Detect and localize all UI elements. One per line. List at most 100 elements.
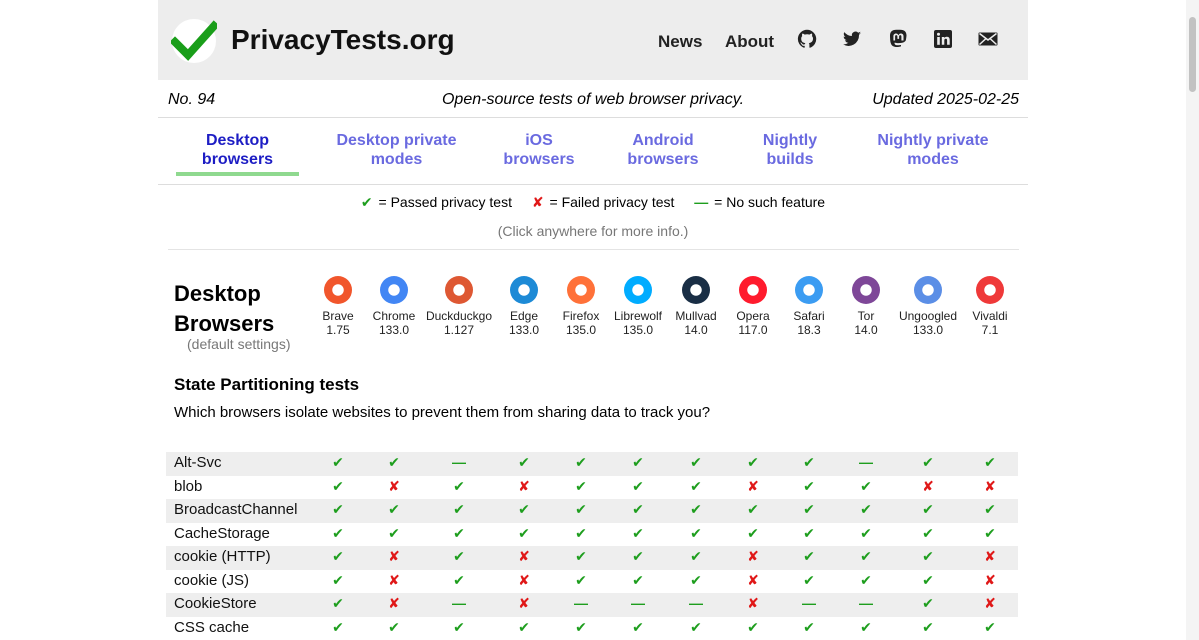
cross-icon[interactable]: ✘ (514, 478, 534, 495)
check-icon[interactable]: ✔ (328, 525, 348, 542)
cross-icon[interactable]: ✘ (384, 595, 404, 612)
check-icon[interactable]: ✔ (571, 572, 591, 589)
check-icon[interactable]: ✔ (743, 454, 763, 471)
check-icon[interactable]: ✔ (856, 548, 876, 565)
tab-desktop-private-modes[interactable]: Desktop private modes (328, 131, 465, 169)
check-icon[interactable]: ✔ (799, 454, 819, 471)
browser-column-10[interactable]: Ungoogled 133.0 (893, 276, 963, 337)
cross-icon[interactable]: ✘ (743, 572, 763, 589)
check-icon[interactable]: ✔ (449, 548, 469, 565)
check-icon[interactable]: ✔ (686, 572, 706, 589)
check-icon[interactable]: ✔ (918, 548, 938, 565)
dash-icon[interactable]: — (799, 595, 819, 611)
cross-icon[interactable]: ✘ (743, 478, 763, 495)
check-icon[interactable]: ✔ (918, 525, 938, 542)
table-row[interactable]: blob ✔ ✘ ✔ ✘ ✔ ✔ ✔ ✘ ✔ ✔ ✘ ✘ (166, 476, 1018, 500)
site-title[interactable]: PrivacyTests.org (231, 24, 455, 56)
check-icon[interactable]: ✔ (449, 619, 469, 636)
check-icon[interactable]: ✔ (856, 619, 876, 636)
check-icon[interactable]: ✔ (328, 572, 348, 589)
email-icon[interactable] (978, 29, 998, 49)
check-icon[interactable]: ✔ (856, 572, 876, 589)
cross-icon[interactable]: ✘ (384, 478, 404, 495)
check-icon[interactable]: ✔ (628, 501, 648, 518)
linkedin-icon[interactable] (933, 29, 953, 49)
check-icon[interactable]: ✔ (918, 619, 938, 636)
browser-column-1[interactable]: Chrome 133.0 (359, 276, 429, 337)
logo-check-icon[interactable] (171, 18, 217, 64)
check-icon[interactable]: ✔ (799, 548, 819, 565)
twitter-icon[interactable] (842, 29, 862, 49)
cross-icon[interactable]: ✘ (743, 548, 763, 565)
check-icon[interactable]: ✔ (799, 525, 819, 542)
check-icon[interactable]: ✔ (980, 525, 1000, 542)
cross-icon[interactable]: ✘ (918, 478, 938, 495)
check-icon[interactable]: ✔ (571, 548, 591, 565)
check-icon[interactable]: ✔ (449, 501, 469, 518)
check-icon[interactable]: ✔ (686, 501, 706, 518)
check-icon[interactable]: ✔ (980, 454, 1000, 471)
check-icon[interactable]: ✔ (918, 501, 938, 518)
check-icon[interactable]: ✔ (449, 478, 469, 495)
check-icon[interactable]: ✔ (571, 501, 591, 518)
check-icon[interactable]: ✔ (743, 619, 763, 636)
scrollbar-thumb[interactable] (1189, 17, 1196, 92)
check-icon[interactable]: ✔ (328, 454, 348, 471)
check-icon[interactable]: ✔ (799, 501, 819, 518)
github-icon[interactable] (797, 29, 817, 49)
check-icon[interactable]: ✔ (571, 454, 591, 471)
check-icon[interactable]: ✔ (799, 478, 819, 495)
check-icon[interactable]: ✔ (328, 501, 348, 518)
check-icon[interactable]: ✔ (628, 454, 648, 471)
check-icon[interactable]: ✔ (449, 572, 469, 589)
browser-column-11[interactable]: Vivaldi 7.1 (955, 276, 1025, 337)
check-icon[interactable]: ✔ (628, 548, 648, 565)
check-icon[interactable]: ✔ (384, 525, 404, 542)
check-icon[interactable]: ✔ (918, 572, 938, 589)
check-icon[interactable]: ✔ (743, 525, 763, 542)
dash-icon[interactable]: — (856, 454, 876, 470)
check-icon[interactable]: ✔ (686, 548, 706, 565)
table-row[interactable]: cookie (HTTP) ✔ ✘ ✔ ✘ ✔ ✔ ✔ ✘ ✔ ✔ ✔ ✘ (166, 546, 1018, 570)
check-icon[interactable]: ✔ (918, 595, 938, 612)
nav-about-link[interactable]: About (725, 32, 774, 52)
check-icon[interactable]: ✔ (571, 619, 591, 636)
check-icon[interactable]: ✔ (384, 619, 404, 636)
check-icon[interactable]: ✔ (514, 454, 534, 471)
check-icon[interactable]: ✔ (514, 525, 534, 542)
check-icon[interactable]: ✔ (686, 454, 706, 471)
check-icon[interactable]: ✔ (514, 501, 534, 518)
check-icon[interactable]: ✔ (384, 501, 404, 518)
cross-icon[interactable]: ✘ (743, 595, 763, 612)
cross-icon[interactable]: ✘ (980, 478, 1000, 495)
check-icon[interactable]: ✔ (628, 619, 648, 636)
browser-column-9[interactable]: Tor 14.0 (831, 276, 901, 337)
check-icon[interactable]: ✔ (514, 619, 534, 636)
check-icon[interactable]: ✔ (686, 525, 706, 542)
cross-icon[interactable]: ✘ (980, 548, 1000, 565)
check-icon[interactable]: ✔ (799, 619, 819, 636)
check-icon[interactable]: ✔ (980, 501, 1000, 518)
table-row[interactable]: BroadcastChannel ✔ ✔ ✔ ✔ ✔ ✔ ✔ ✔ ✔ ✔ ✔ ✔ (166, 499, 1018, 523)
browser-column-2[interactable]: Duckduckgo 1.127 (424, 276, 494, 337)
tab-nightly-private-modes[interactable]: Nightly private modes (858, 131, 1008, 169)
check-icon[interactable]: ✔ (328, 478, 348, 495)
check-icon[interactable]: ✔ (449, 525, 469, 542)
table-row[interactable]: CookieStore ✔ ✘ — ✘ — — — ✘ — — ✔ ✘ (166, 593, 1018, 617)
check-icon[interactable]: ✔ (328, 619, 348, 636)
dash-icon[interactable]: — (449, 595, 469, 611)
check-icon[interactable]: ✔ (980, 619, 1000, 636)
table-row[interactable]: CSS cache ✔ ✔ ✔ ✔ ✔ ✔ ✔ ✔ ✔ ✔ ✔ ✔ (166, 617, 1018, 640)
tab-nightly-builds[interactable]: Nightly builds (746, 131, 834, 169)
scrollbar[interactable] (1186, 0, 1199, 640)
tab-android-browsers[interactable]: Android browsers (613, 131, 713, 169)
dash-icon[interactable]: — (856, 595, 876, 611)
check-icon[interactable]: ✔ (384, 454, 404, 471)
cross-icon[interactable]: ✘ (514, 595, 534, 612)
check-icon[interactable]: ✔ (856, 501, 876, 518)
cross-icon[interactable]: ✘ (514, 548, 534, 565)
check-icon[interactable]: ✔ (628, 525, 648, 542)
cross-icon[interactable]: ✘ (514, 572, 534, 589)
table-row[interactable]: CacheStorage ✔ ✔ ✔ ✔ ✔ ✔ ✔ ✔ ✔ ✔ ✔ ✔ (166, 523, 1018, 547)
dash-icon[interactable]: — (628, 595, 648, 611)
